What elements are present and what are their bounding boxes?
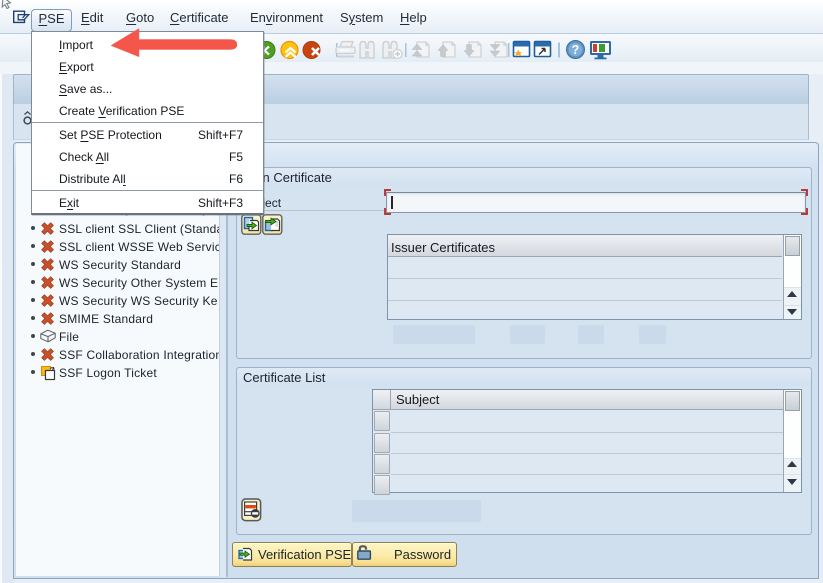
svg-text:?: ? bbox=[572, 43, 580, 57]
